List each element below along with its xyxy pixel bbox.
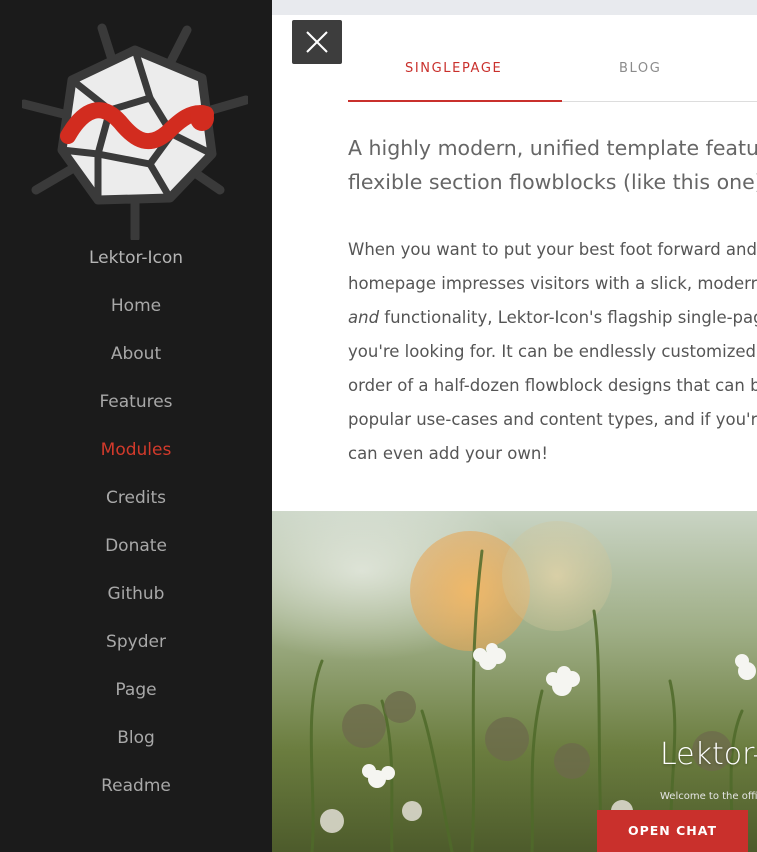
body-line: order of a half-dozen flowblock designs …: [348, 376, 757, 395]
nav-item-github[interactable]: Github: [0, 582, 272, 630]
emphasis-and: and: [348, 308, 380, 327]
sidebar: Lektor-Icon Home About Features Modules …: [0, 0, 272, 852]
lead-line: flexible section flowblocks (like this o…: [348, 170, 757, 194]
lead-paragraph: A highly modern, unified template featur…: [348, 131, 757, 199]
hero-banner: Lektor- Welcome to the offi: [272, 511, 757, 852]
body-paragraph: When you want to put your best foot forw…: [348, 233, 757, 471]
body-line: can even add your own!: [348, 444, 548, 463]
body-line: you're looking for. It can be endlessly …: [348, 342, 756, 361]
nav-item-home[interactable]: Home: [0, 294, 272, 342]
nav-item-credits[interactable]: Credits: [0, 486, 272, 534]
nav-item-donate[interactable]: Donate: [0, 534, 272, 582]
tab-bar: SINGLEPAGE BLOG: [348, 15, 757, 102]
brand-name[interactable]: Lektor-Icon: [0, 246, 272, 270]
body-line: When you want to put your best foot forw…: [348, 240, 757, 259]
hero-title: Lektor-: [660, 737, 757, 772]
open-chat-button[interactable]: OPEN CHAT: [597, 810, 748, 852]
hero-subtitle: Welcome to the offi: [660, 791, 757, 802]
nav-item-readme[interactable]: Readme: [0, 774, 272, 822]
nav-item-spyder[interactable]: Spyder: [0, 630, 272, 678]
sidebar-nav: Home About Features Modules Credits Dona…: [0, 294, 272, 822]
body-line: and functionality, Lektor-Icon's flagshi…: [348, 308, 757, 327]
nav-item-blog[interactable]: Blog: [0, 726, 272, 774]
nav-item-page[interactable]: Page: [0, 678, 272, 726]
top-bar: [272, 0, 757, 15]
nav-item-features[interactable]: Features: [0, 390, 272, 438]
active-tab-indicator: [348, 100, 562, 102]
nav-item-modules[interactable]: Modules: [0, 438, 272, 486]
close-icon: [306, 31, 328, 53]
lead-line: A highly modern, unified template featur…: [348, 136, 757, 160]
body-line: homepage impresses visitors with a slick…: [348, 274, 757, 293]
nav-item-about[interactable]: About: [0, 342, 272, 390]
main-content: SINGLEPAGE BLOG A highly modern, unified…: [272, 15, 757, 511]
body-line: popular use-cases and content types, and…: [348, 410, 757, 429]
tab-singlepage[interactable]: SINGLEPAGE: [405, 61, 502, 76]
close-menu-button[interactable]: [292, 20, 342, 64]
lektor-icon-logo[interactable]: [22, 22, 248, 240]
tab-blog[interactable]: BLOG: [619, 61, 661, 76]
